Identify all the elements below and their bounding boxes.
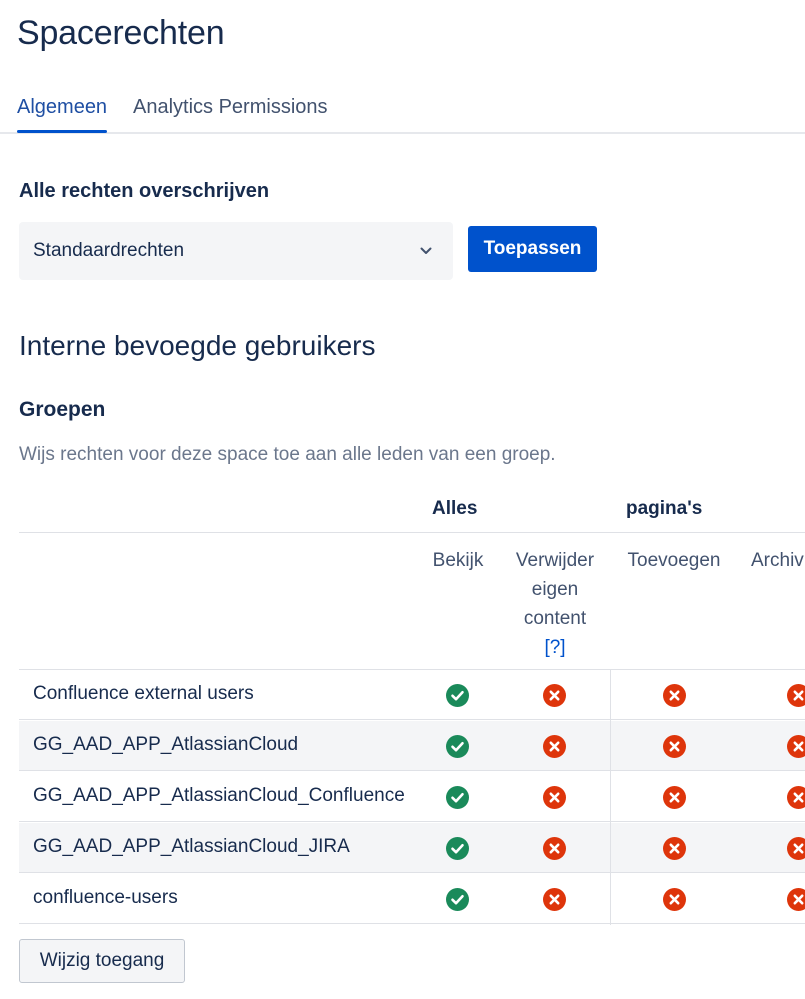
cross-circle-icon (663, 837, 686, 860)
cross-circle-icon (663, 786, 686, 809)
cross-circle-icon (543, 888, 566, 911)
check-circle-icon (446, 684, 469, 707)
header-divider (19, 532, 805, 533)
groups-heading: Groepen (19, 398, 106, 421)
chevron-down-icon (420, 247, 432, 254)
cross-circle-icon (663, 735, 686, 758)
cross-circle-icon (663, 888, 686, 911)
page-title: Spacerechten (17, 14, 225, 52)
override-permissions-label: Alle rechten overschrijven (19, 180, 270, 202)
column-header-view: Bekijk (432, 550, 484, 571)
table-row: GG_AAD_APP_AtlassianCloud_Confluence (19, 772, 805, 822)
column-header-delete-own-line1: Verwijder (515, 550, 595, 571)
groups-description: Wijs rechten voor deze space toe aan all… (19, 444, 556, 465)
cross-circle-icon (787, 837, 805, 860)
cross-circle-icon (543, 837, 566, 860)
column-group-divider (610, 670, 611, 925)
group-name: GG_AAD_APP_AtlassianCloud_JIRA (33, 836, 350, 857)
edit-access-button[interactable]: Wijzig toegang (19, 939, 185, 983)
group-name: confluence-users (33, 887, 178, 908)
cross-circle-icon (787, 786, 805, 809)
cross-circle-icon (787, 684, 805, 707)
check-circle-icon (446, 837, 469, 860)
permission-template-value: Standaardrechten (33, 240, 185, 261)
table-row: confluence-users (19, 874, 805, 924)
column-header-delete-own-line2: eigen (531, 579, 579, 600)
space-permissions-page: Spacerechten Algemeen Analytics Permissi… (0, 0, 805, 999)
check-circle-icon (446, 786, 469, 809)
tab-analytics-permissions[interactable]: Analytics Permissions (133, 96, 328, 129)
cross-circle-icon (663, 684, 686, 707)
group-name: Confluence external users (33, 683, 254, 704)
check-circle-icon (446, 735, 469, 758)
check-circle-icon (446, 888, 469, 911)
group-header-all: Alles (432, 498, 478, 519)
table-row: GG_AAD_APP_AtlassianCloud_JIRA (19, 823, 805, 873)
group-permissions-table: Alles pagina's Bekijk Verwijder eigen co… (19, 490, 805, 926)
cross-circle-icon (543, 735, 566, 758)
delete-own-help-link[interactable]: [?] (507, 633, 603, 662)
permission-template-select[interactable]: Standaardrechten (19, 222, 453, 280)
tab-algemeen[interactable]: Algemeen (17, 96, 108, 133)
tab-bar: Algemeen Analytics Permissions (0, 92, 805, 134)
column-header-delete-own: Verwijder eigen content [?] (507, 546, 603, 662)
table-row: Confluence external users (19, 670, 805, 720)
group-name: GG_AAD_APP_AtlassianCloud (33, 734, 299, 755)
group-name: GG_AAD_APP_AtlassianCloud_Confluence (33, 785, 405, 806)
column-header-delete-own-line3: content (523, 608, 587, 629)
apply-button[interactable]: Toepassen (468, 226, 597, 272)
column-header-add: Toevoegen (627, 550, 721, 571)
group-header-pages: pagina's (626, 498, 703, 519)
cross-circle-icon (787, 888, 805, 911)
column-header-archive: Archiv (751, 550, 804, 571)
cross-circle-icon (787, 735, 805, 758)
internal-users-heading: Interne bevoegde gebruikers (19, 330, 376, 361)
cross-circle-icon (543, 786, 566, 809)
table-row: GG_AAD_APP_AtlassianCloud (19, 721, 805, 771)
cross-circle-icon (543, 684, 566, 707)
